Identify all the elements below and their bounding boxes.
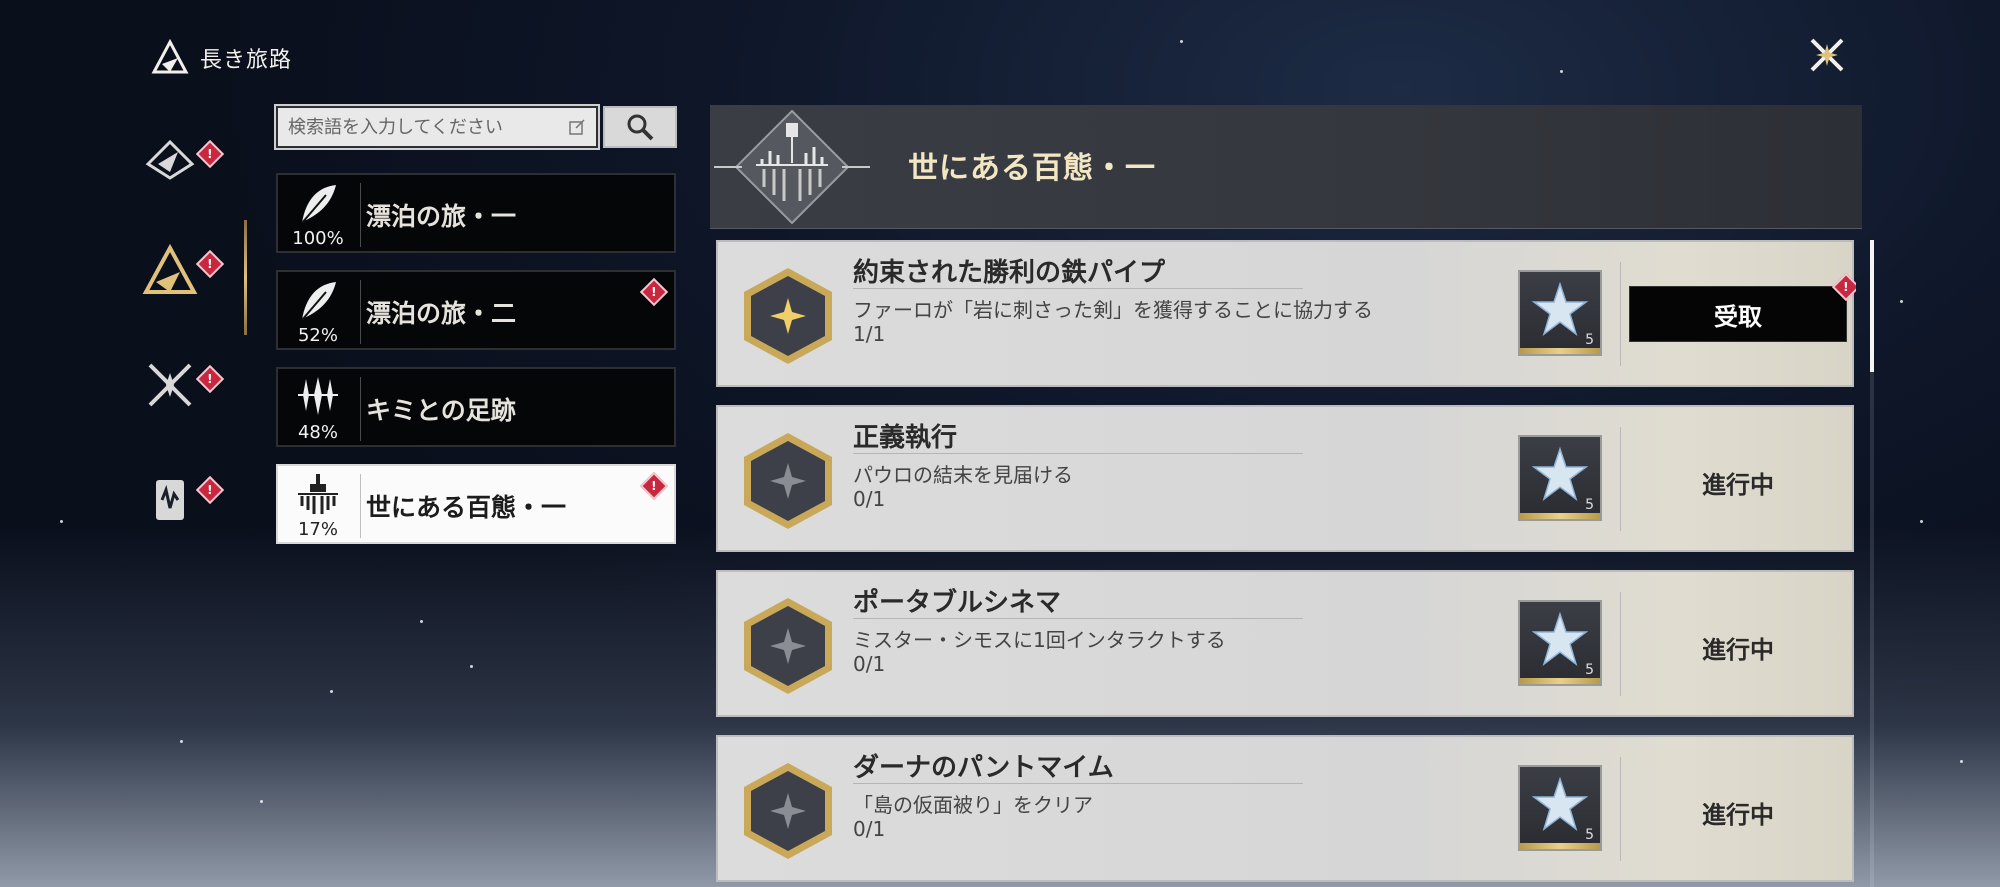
journey-percent: 48% xyxy=(297,422,338,443)
crystal-star-icon xyxy=(1532,447,1588,501)
journey-name: 漂泊の旅・二 xyxy=(366,299,517,328)
quest-status: 進行中 xyxy=(1702,801,1774,829)
journey-item-selected[interactable]: 17% 世にある百態・一 ! xyxy=(276,464,676,544)
reward-item[interactable]: 5 xyxy=(1518,435,1602,521)
city-emblem-icon xyxy=(714,109,870,225)
journey-item[interactable]: 100% 漂泊の旅・一 xyxy=(276,173,676,253)
sparkles-icon xyxy=(298,377,338,415)
quest-status: 進行中 xyxy=(1702,636,1774,664)
journey-percent: 52% xyxy=(297,325,338,346)
triangle-emblem-icon xyxy=(142,243,198,294)
quest-title: ダーナのパントマイム xyxy=(853,753,1114,783)
quest-progress: 0/1 xyxy=(853,652,886,676)
alert-badge: ! xyxy=(195,139,225,169)
journey-icon: 100% xyxy=(282,179,354,251)
nav-item-music[interactable]: ! xyxy=(140,470,225,540)
alert-badge: ! xyxy=(195,364,225,394)
feather-icon xyxy=(301,282,336,321)
journey-icon: 52% xyxy=(282,276,354,348)
crystal-star-icon xyxy=(1532,777,1588,831)
reward-count: 5 xyxy=(1585,662,1594,678)
journey-name: キミとの足跡 xyxy=(366,396,516,425)
music-card-icon xyxy=(156,480,184,520)
edit-icon xyxy=(569,119,585,135)
reward-count: 5 xyxy=(1585,332,1594,348)
quest-progress: 0/1 xyxy=(853,817,886,841)
quest-card: ダーナのパントマイム 「島の仮面被り」をクリア 0/1 5 進行中 xyxy=(716,735,1854,882)
crystal-star-icon xyxy=(1532,282,1588,336)
journey-percent: 17% xyxy=(297,519,338,540)
quest-scrollbar[interactable] xyxy=(1870,240,1874,887)
quest-title: ポータブルシネマ xyxy=(853,588,1062,618)
reward-count: 5 xyxy=(1585,827,1594,843)
active-nav-indicator xyxy=(244,220,247,335)
scrollbar-thumb[interactable] xyxy=(1870,240,1874,372)
alert-badge: ! xyxy=(639,471,669,501)
banner-title: 世にある百態・一 xyxy=(908,151,1156,186)
page-header: 長き旅路 xyxy=(150,38,292,78)
reward-count: 5 xyxy=(1585,497,1594,513)
quest-card: 約束された勝利の鉄パイプ ファーロが「岩に刺さった剣」を獲得することに協力する … xyxy=(716,240,1856,387)
nav-item-combat[interactable]: ! xyxy=(140,355,225,425)
quest-description: ミスター・シモスに1回インタラクトする xyxy=(853,628,1226,652)
close-icon[interactable] xyxy=(1802,30,1852,80)
nav-item-gear[interactable]: ! xyxy=(140,130,225,200)
alert-badge: ! xyxy=(195,249,225,279)
quest-hex-icon xyxy=(744,268,832,364)
journey-percent: 100% xyxy=(292,228,344,249)
crossed-swords-icon xyxy=(148,363,192,407)
quest-title: 正義執行 xyxy=(853,423,958,453)
alert-badge: ! xyxy=(195,475,225,505)
journey-name: 漂泊の旅・一 xyxy=(366,202,517,231)
quest-hex-icon xyxy=(744,598,832,694)
quest-title: 約束された勝利の鉄パイプ xyxy=(853,258,1166,288)
quest-progress: 0/1 xyxy=(853,487,886,511)
search-button[interactable] xyxy=(603,106,677,148)
quest-description: ファーロが「岩に刺さった剣」を獲得することに協力する xyxy=(853,298,1373,322)
reward-item[interactable]: 5 xyxy=(1518,765,1602,851)
feather-icon xyxy=(301,185,336,224)
search-input[interactable] xyxy=(288,116,568,138)
quest-hex-icon xyxy=(744,433,832,529)
quest-list: 約束された勝利の鉄パイプ ファーロが「岩に刺さった剣」を獲得することに協力する … xyxy=(716,240,1856,887)
quest-card: ポータブルシネマ ミスター・シモスに1回インタラクトする 0/1 5 進行中 xyxy=(716,570,1854,717)
quest-card: 正義執行 パウロの結末を見届ける 0/1 5 進行中 xyxy=(716,405,1854,552)
search-field[interactable] xyxy=(276,106,598,148)
journey-icon: 17% xyxy=(282,470,354,542)
gear-star-icon xyxy=(145,139,195,180)
journey-banner: 世にある百態・一 xyxy=(710,105,1862,229)
nav-item-journey[interactable]: ! xyxy=(140,240,225,310)
quest-hex-icon xyxy=(744,763,832,859)
reward-item[interactable]: 5 xyxy=(1518,270,1602,356)
alert-badge: ! xyxy=(1831,272,1856,302)
journey-name: 世にある百態・一 xyxy=(366,493,567,522)
crystal-star-icon xyxy=(1532,612,1588,666)
alert-badge: ! xyxy=(639,277,669,307)
city-skyline-icon xyxy=(298,474,338,514)
quest-status: 進行中 xyxy=(1702,471,1774,499)
triangle-logo-icon xyxy=(151,38,189,74)
journey-item[interactable]: 48% キミとの足跡 xyxy=(276,367,676,447)
quest-description: パウロの結末を見届ける xyxy=(853,463,1073,487)
quest-description: 「島の仮面被り」をクリア xyxy=(853,793,1093,817)
journey-item[interactable]: 52% 漂泊の旅・二 ! xyxy=(276,270,676,350)
reward-item[interactable]: 5 xyxy=(1518,600,1602,686)
search-icon xyxy=(627,114,654,141)
quest-progress: 1/1 xyxy=(853,322,886,346)
page-title: 長き旅路 xyxy=(200,48,293,73)
claim-button[interactable]: 受取 ! xyxy=(1629,272,1856,342)
journey-icon: 48% xyxy=(282,373,354,445)
